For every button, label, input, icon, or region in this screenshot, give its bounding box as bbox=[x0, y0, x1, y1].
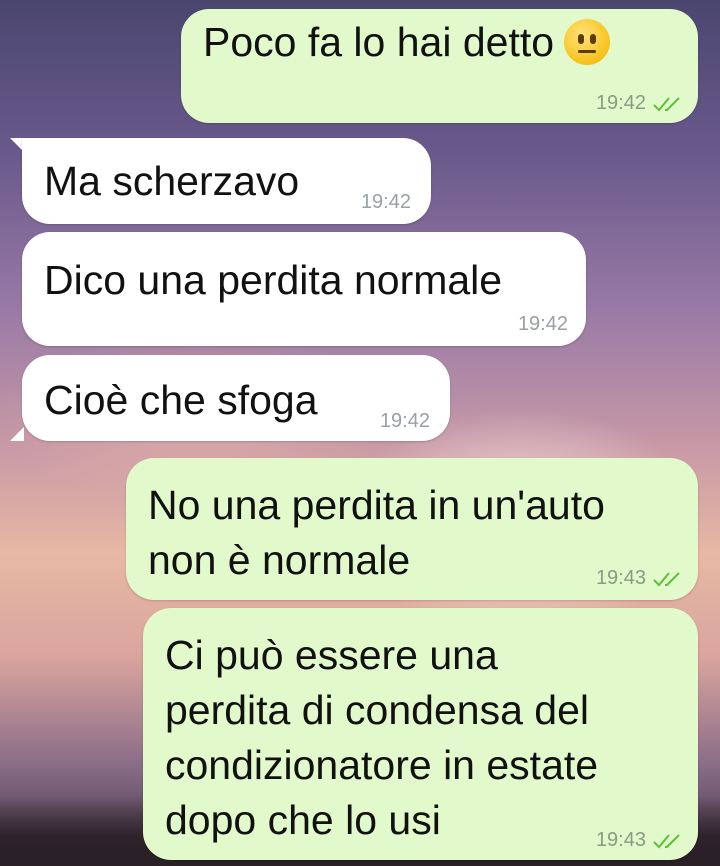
message-bubble-outgoing[interactable]: No una perdita in un'auto non è normale … bbox=[126, 458, 698, 600]
read-ticks-icon bbox=[653, 571, 680, 586]
message-bubble-outgoing[interactable]: Poco fa lo hai detto 19:42 bbox=[181, 9, 698, 123]
message-time: 19:42 bbox=[379, 410, 430, 432]
message-text: Dico una perdita normale bbox=[44, 257, 503, 303]
message-text: Poco fa lo hai detto bbox=[203, 15, 611, 70]
read-ticks-icon bbox=[653, 96, 680, 111]
message-bubble-incoming[interactable]: Dico una perdita normale 19:42 bbox=[22, 232, 586, 346]
message-text: Cioè che sfoga bbox=[44, 377, 318, 423]
message-text: Ci può essere una perdita di condensa de… bbox=[165, 632, 599, 843]
message-bubble-incoming[interactable]: Ma scherzavo 19:42 bbox=[22, 138, 431, 224]
message-text: Ma scherzavo bbox=[44, 158, 300, 204]
message-meta: 19:42 bbox=[596, 92, 684, 115]
message-time: 19:42 bbox=[360, 191, 411, 213]
message-text: No una perdita in un'auto non è normale bbox=[148, 482, 605, 583]
message-time: 19:43 bbox=[595, 829, 646, 851]
message-bubble-incoming[interactable]: Cioè che sfoga 19:42 bbox=[22, 355, 450, 441]
neutral-face-emoji bbox=[564, 19, 611, 66]
message-meta: 19:42 bbox=[380, 410, 430, 433]
message-meta: 19:43 bbox=[596, 567, 684, 590]
message-meta: 19:43 bbox=[596, 829, 684, 852]
message-time: 19:43 bbox=[595, 567, 646, 589]
message-time: 19:42 bbox=[595, 92, 646, 114]
read-ticks-icon bbox=[653, 833, 680, 848]
message-time: 19:42 bbox=[517, 313, 568, 335]
bubble-tail bbox=[10, 427, 24, 441]
message-meta: 19:42 bbox=[518, 313, 568, 336]
message-meta: 19:42 bbox=[361, 191, 411, 214]
message-bubble-outgoing[interactable]: Ci può essere una perdita di condensa de… bbox=[143, 608, 698, 860]
